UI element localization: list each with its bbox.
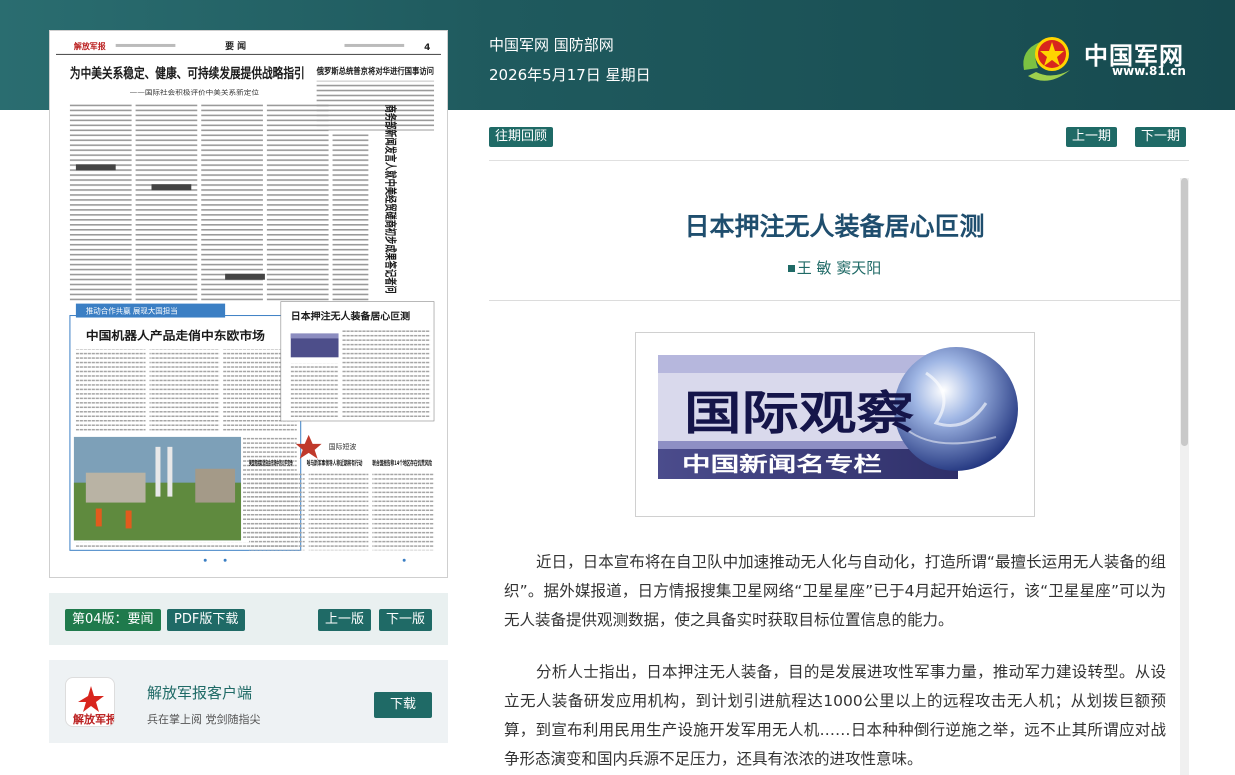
image-main-text: 国际观察 (684, 386, 914, 440)
toolbar-divider (489, 160, 1189, 161)
article-divider (489, 300, 1180, 301)
paper-block-label: 推动合作共赢 展现大国担当 (86, 306, 178, 316)
brand-url: www.81.cn (1112, 64, 1186, 78)
article-title: 日本押注无人装备居心叵测 (684, 212, 985, 241)
paper-subhead-1: ——国际社会积极评价中美关系新定位 (130, 88, 260, 97)
site-logo[interactable]: 中国军网 www.81.cn (1018, 28, 1198, 88)
article-author: 王 敏 窦天阳 (489, 257, 1180, 278)
paper-headline-6: 哈马斯军事领导人称近期将有行动 (307, 458, 363, 467)
prev-page-button[interactable]: 上一版 (318, 609, 372, 631)
paper-page-number: 4 (424, 43, 430, 53)
paper-masthead: 解放军报 (74, 41, 106, 51)
image-sub-text: 中国新闻名专栏 (682, 452, 882, 476)
app-download-button[interactable]: 下载 (374, 692, 432, 718)
newspaper-page-preview[interactable]: 解放军报 要 闻 4 为中美关系稳定、健康、可持续发展提供战略指引 ——国际社会… (49, 30, 448, 578)
article-paragraph-1: 近日，日本宣布将在自卫队中加速推动无人化与自动化，打造所谓“最擅长运用无人装备的… (504, 553, 1166, 629)
article-author-names: 王 敏 窦天阳 (796, 259, 882, 277)
army-star-logo-icon (1023, 37, 1070, 81)
paper-headline-7: 联合国报告称14个地区存在饥荒风险 (372, 458, 432, 467)
app-logo-icon: 解放军报 (65, 677, 115, 727)
pdf-download-button[interactable]: PDF版下载 (167, 609, 246, 631)
scrollbar-thumb[interactable] (1181, 178, 1188, 446)
paper-vertical-headline: 商务部新闻发言人就中美经贸磋商初步成果答记者问 (383, 105, 397, 294)
prev-issue-button[interactable]: 上一期 (1066, 127, 1118, 147)
article-image[interactable]: 国际观察 中国新闻名专栏 (635, 332, 1035, 517)
article-paragraph-2: 分析人士指出，日本押注无人装备，目的是发展进攻性军事力量，推动军力建设转型。从设… (504, 663, 1166, 768)
article-scrollbar[interactable] (1180, 178, 1189, 775)
newspaper-page-image[interactable]: 解放军报 要 闻 4 为中美关系稳定、健康、可持续发展提供战略指引 ——国际社会… (56, 35, 441, 570)
next-page-button[interactable]: 下一版 (379, 609, 433, 631)
next-issue-button[interactable]: 下一期 (1135, 127, 1187, 147)
paper-intl-tag: 国际短波 (329, 442, 357, 451)
app-logo-masthead: 解放军报 (73, 712, 115, 726)
paper-headline-3: 中国机器人产品走俏中东欧市场 (86, 328, 265, 342)
paper-section: 要 闻 (225, 40, 246, 52)
author-square-icon (787, 265, 795, 272)
paper-headline-2: 俄罗斯总统普京将对华进行国事访问 (316, 66, 434, 76)
archive-button[interactable]: 往期回顾 (489, 127, 554, 147)
site-name[interactable]: 中国军网 国防部网 (489, 34, 614, 55)
paper-headline-5: 美国竞相取消自由市场中的公平竞争 (249, 458, 293, 467)
paper-headline-1: 为中美关系稳定、健康、可持续发展提供战略指引 (70, 65, 305, 82)
app-subtitle: 兵在掌上阅 党剑随指尖 (147, 713, 261, 726)
page-navigation-bar: 第04版：要闻 PDF版下载 上一版 下一版 (49, 593, 448, 645)
paper-headline-4: 日本押注无人装备居心叵测 (291, 310, 410, 323)
app-title[interactable]: 解放军报客户端 (147, 682, 252, 703)
edition-label-button[interactable]: 第04版：要闻 (65, 609, 161, 631)
current-date: 2026年5月17日 星期日 (489, 66, 651, 84)
app-download-card: 解放军报 解放军报客户端 兵在掌上阅 党剑随指尖 下载 (49, 660, 448, 743)
